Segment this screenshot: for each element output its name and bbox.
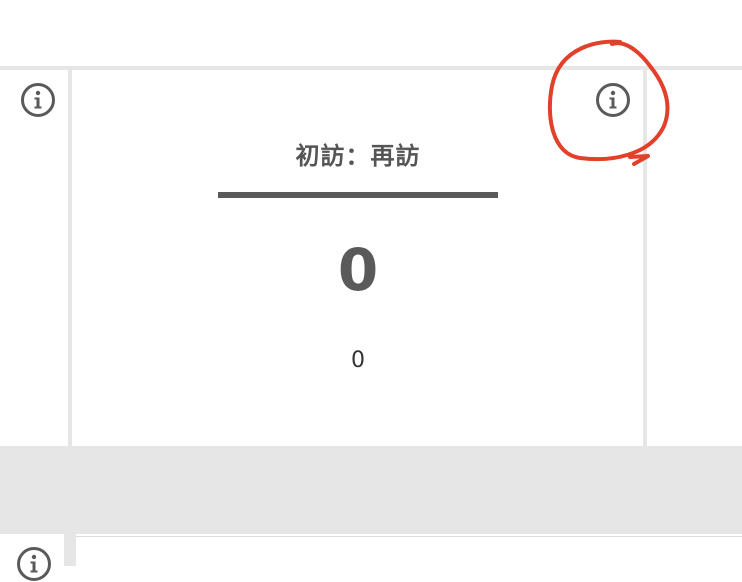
info-icon[interactable] xyxy=(20,82,56,118)
card-title: 初訪：再訪 xyxy=(295,142,421,170)
info-icon[interactable] xyxy=(16,546,52,582)
card-divider-left xyxy=(68,66,72,448)
bottom-card xyxy=(76,536,742,567)
title-underline xyxy=(218,192,498,198)
bottom-card-divider xyxy=(64,534,76,566)
sub-value: 0 xyxy=(351,348,365,373)
annotation-circle xyxy=(540,36,680,166)
section-gap xyxy=(0,446,742,534)
main-value: 0 xyxy=(337,236,379,304)
